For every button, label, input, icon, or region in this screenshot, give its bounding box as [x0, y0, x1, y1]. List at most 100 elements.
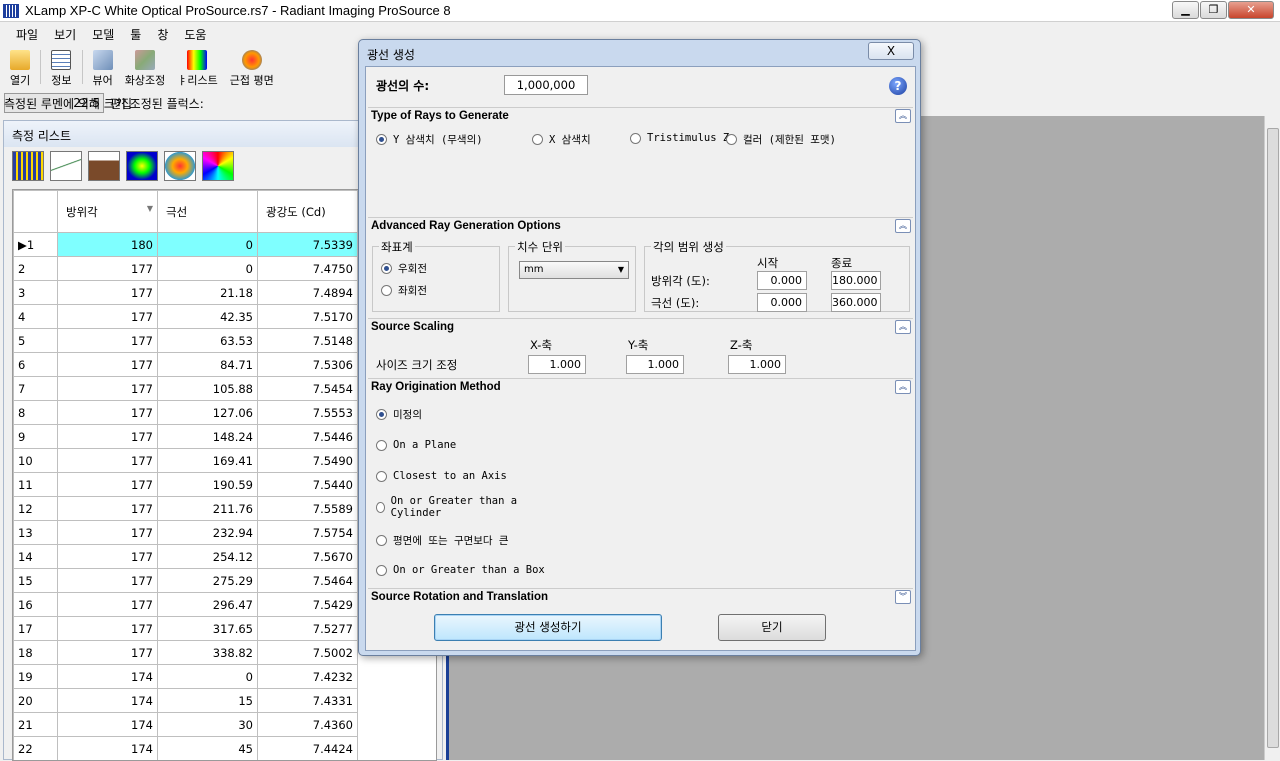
heatmap-icon[interactable] [126, 151, 158, 181]
table-row[interactable]: 18 177 338.82 7.5002 [13, 640, 358, 665]
row-number-cell[interactable]: 5 [13, 328, 58, 353]
table-row[interactable]: 11 177 190.59 7.5440 [13, 472, 358, 497]
table-cell[interactable]: 7.4424 [257, 736, 358, 760]
origin-axis-radio[interactable]: Closest to an Axis [376, 470, 507, 482]
workspace-scrollbar[interactable] [1264, 116, 1280, 760]
table-cell[interactable]: 177 [57, 448, 158, 473]
scale-x-input[interactable]: 1.000 [528, 355, 586, 374]
row-number-cell[interactable]: 18 [13, 640, 58, 665]
table-cell[interactable]: 105.88 [157, 376, 258, 401]
scale-y-input[interactable]: 1.000 [626, 355, 684, 374]
table-cell[interactable]: 174 [57, 688, 158, 713]
table-cell[interactable]: 7.5002 [257, 640, 358, 665]
row-number-cell[interactable]: 16 [13, 592, 58, 617]
table-cell[interactable]: 7.5306 [257, 352, 358, 377]
polar-end-input[interactable]: 360.000 [831, 293, 881, 312]
row-number-cell[interactable]: 3 [13, 280, 58, 305]
table-cell[interactable]: 211.76 [157, 496, 258, 521]
3d-surface-icon[interactable] [164, 151, 196, 181]
origin-box-radio[interactable]: On or Greater than a Box [376, 564, 545, 576]
row-number-cell[interactable]: 4 [13, 304, 58, 329]
ray-count-input[interactable]: 1,000,000 [504, 75, 588, 95]
table-cell[interactable]: 7.4232 [257, 664, 358, 689]
help-icon[interactable]: ? [889, 77, 907, 95]
table-cell[interactable]: 177 [57, 616, 158, 641]
menu-file[interactable]: 파일 [8, 26, 46, 43]
minimize-button[interactable]: ▁ [1172, 1, 1199, 19]
intensity-column-header[interactable]: 광강도 (Cd) [257, 190, 358, 233]
row-number-cell[interactable]: 20 [13, 688, 58, 713]
table-cell[interactable]: 0 [157, 664, 258, 689]
table-cell[interactable]: 7.4894 [257, 280, 358, 305]
scale-z-input[interactable]: 1.000 [728, 355, 786, 374]
left-handed-radio[interactable]: 좌회전 [381, 283, 427, 298]
color-space-icon[interactable] [202, 151, 234, 181]
collapse-up-icon[interactable]: ︽ [895, 380, 911, 394]
table-cell[interactable]: 7.5170 [257, 304, 358, 329]
close-window-button[interactable]: ✕ [1228, 1, 1274, 19]
row-number-cell[interactable]: 21 [13, 712, 58, 737]
azimuth-end-input[interactable]: 180.000 [831, 271, 881, 290]
table-row[interactable]: 8 177 127.06 7.5553 [13, 400, 358, 425]
menu-tools[interactable]: 툴 [122, 26, 149, 43]
color-list-button[interactable]: ㅑ리스트 [171, 46, 223, 88]
table-cell[interactable]: 177 [57, 640, 158, 665]
table-row[interactable]: 6 177 84.71 7.5306 [13, 352, 358, 377]
table-cell[interactable]: 177 [57, 304, 158, 329]
near-plane-button[interactable]: 근접 평면 [224, 46, 280, 88]
table-cell[interactable]: 7.5277 [257, 616, 358, 641]
table-cell[interactable]: 190.59 [157, 472, 258, 497]
table-cell[interactable]: 0 [157, 232, 258, 257]
table-cell[interactable]: 127.06 [157, 400, 258, 425]
table-cell[interactable]: 177 [57, 568, 158, 593]
table-cell[interactable]: 7.5148 [257, 328, 358, 353]
data-grid-icon[interactable] [12, 151, 44, 181]
table-cell[interactable]: 15 [157, 688, 258, 713]
origin-cylinder-radio[interactable]: On or Greater than a Cylinder [376, 495, 526, 519]
menu-window[interactable]: 창 [149, 26, 176, 43]
table-row[interactable]: 14 177 254.12 7.5670 [13, 544, 358, 569]
table-cell[interactable]: 174 [57, 736, 158, 760]
table-row[interactable]: 4 177 42.35 7.5170 [13, 304, 358, 329]
table-row[interactable]: 21 174 30 7.4360 [13, 712, 358, 737]
table-cell[interactable]: 7.4750 [257, 256, 358, 281]
line-graph-icon[interactable] [50, 151, 82, 181]
azimuth-column-header[interactable]: 방위각 ▼ [57, 190, 158, 233]
row-number-cell[interactable]: 11 [13, 472, 58, 497]
table-cell[interactable]: 45 [157, 736, 258, 760]
menu-view[interactable]: 보기 [46, 26, 84, 43]
open-button[interactable]: 열기 [4, 46, 36, 88]
menu-model[interactable]: 모델 [84, 26, 122, 43]
table-cell[interactable]: 42.35 [157, 304, 258, 329]
row-number-cell[interactable]: 10 [13, 448, 58, 473]
table-row[interactable]: 19 174 0 7.4232 [13, 664, 358, 689]
table-cell[interactable]: 296.47 [157, 592, 258, 617]
table-cell[interactable]: 174 [57, 712, 158, 737]
row-number-cell[interactable]: 9 [13, 424, 58, 449]
viewer-button[interactable]: 뷰어 [87, 46, 119, 88]
right-handed-radio[interactable]: 우회전 [381, 261, 427, 276]
table-cell[interactable]: 177 [57, 592, 158, 617]
generate-rays-button[interactable]: 광선 생성하기 [434, 614, 662, 641]
table-row[interactable]: 10 177 169.41 7.5490 [13, 448, 358, 473]
table-cell[interactable]: 7.5339 [257, 232, 358, 257]
scrollbar-thumb[interactable] [1267, 128, 1279, 748]
dialog-close-button[interactable]: X [868, 42, 914, 60]
maximize-button[interactable]: ❐ [1200, 1, 1227, 19]
row-number-cell[interactable]: 6 [13, 352, 58, 377]
collapse-up-icon[interactable]: ︽ [895, 219, 911, 233]
table-row[interactable]: 7 177 105.88 7.5454 [13, 376, 358, 401]
table-cell[interactable]: 63.53 [157, 328, 258, 353]
ray-type-z-radio[interactable]: Tristimulus Z [630, 132, 729, 144]
info-button[interactable]: 정보 [45, 46, 77, 88]
table-cell[interactable]: 174 [57, 664, 158, 689]
table-cell[interactable]: 0 [157, 256, 258, 281]
table-cell[interactable]: 30 [157, 712, 258, 737]
table-cell[interactable]: 7.5589 [257, 496, 358, 521]
polar-column-header[interactable]: 극선 [157, 190, 258, 233]
row-number-cell[interactable]: 22 [13, 736, 58, 760]
origin-sphere-radio[interactable]: 평면에 또는 구면보다 큰 [376, 533, 509, 548]
collapse-up-icon[interactable]: ︽ [895, 109, 911, 123]
table-row[interactable]: 22 174 45 7.4424 [13, 736, 358, 760]
table-row[interactable]: 12 177 211.76 7.5589 [13, 496, 358, 521]
